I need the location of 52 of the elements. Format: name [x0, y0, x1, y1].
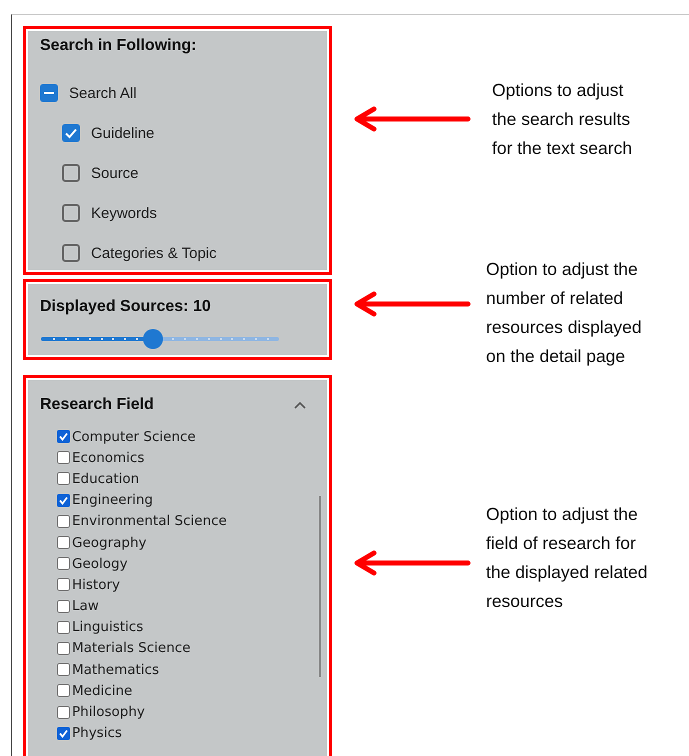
- checkbox[interactable]: [57, 642, 70, 655]
- checkbox-label: Philosophy: [72, 704, 145, 720]
- scrollbar[interactable]: [319, 496, 321, 677]
- checkbox-label: Mathematics: [72, 662, 159, 678]
- checkbox-label: Physics: [72, 725, 122, 742]
- checkbox-label: Law: [72, 598, 99, 614]
- chevron-up-icon[interactable]: [293, 400, 307, 410]
- checkbox[interactable]: [57, 620, 70, 634]
- checkbox[interactable]: [57, 726, 70, 740]
- checkbox-label: Medicine: [72, 682, 132, 699]
- checkbox[interactable]: [57, 684, 70, 698]
- checkbox[interactable]: [57, 663, 70, 676]
- checkbox[interactable]: [40, 84, 58, 102]
- checkbox[interactable]: [57, 472, 70, 486]
- checkbox-label: Education: [72, 470, 140, 487]
- arrow-icon: [352, 291, 472, 317]
- checkbox[interactable]: [57, 536, 70, 550]
- checkbox-label: Categories & Topic: [91, 244, 217, 262]
- checkbox-label: Engineering: [72, 492, 153, 508]
- checkbox[interactable]: [57, 600, 70, 613]
- checkbox[interactable]: [57, 706, 70, 719]
- checkbox-label: Economics: [72, 450, 144, 466]
- checkbox-label: Computer Science: [72, 428, 196, 445]
- slider-thumb[interactable]: [142, 329, 163, 349]
- checkbox[interactable]: [62, 204, 80, 222]
- checkbox-label: Environmental Science: [72, 513, 227, 530]
- checkbox[interactable]: [57, 430, 70, 444]
- checkbox-label: History: [72, 576, 120, 593]
- checkbox[interactable]: [57, 494, 70, 507]
- checkbox[interactable]: [62, 164, 80, 182]
- annotation-text: Option to adjust the field of research for the displayed related resources: [486, 503, 648, 613]
- checkbox[interactable]: [57, 578, 70, 592]
- checkbox-label: Materials Science: [72, 640, 191, 656]
- checkbox[interactable]: [62, 244, 80, 262]
- panel-title: Search in Following:: [40, 37, 198, 55]
- checkbox[interactable]: [57, 514, 70, 528]
- arrow-icon: [352, 106, 472, 132]
- annotation-text: Option to adjust the number of related resources displayed on the detail page: [486, 258, 642, 368]
- checkbox-label: Geography: [72, 534, 147, 551]
- checkbox-label: Linguistics: [72, 619, 144, 636]
- checkbox-label: Source: [91, 164, 139, 182]
- panel-title: Displayed Sources: 10: [40, 298, 212, 316]
- checkbox[interactable]: [57, 557, 70, 570]
- panel-title: Research Field: [40, 396, 154, 414]
- annotation-text: Options to adjust the search results for the text search: [491, 79, 632, 160]
- checkbox-label: Geology: [72, 556, 128, 572]
- checkbox[interactable]: [62, 124, 80, 142]
- checkbox-label: Keywords: [91, 204, 157, 222]
- checkbox[interactable]: [57, 451, 70, 464]
- checkbox-label: Guideline: [91, 124, 154, 142]
- checkbox-label: Search All: [69, 84, 137, 102]
- arrow-icon: [352, 550, 472, 576]
